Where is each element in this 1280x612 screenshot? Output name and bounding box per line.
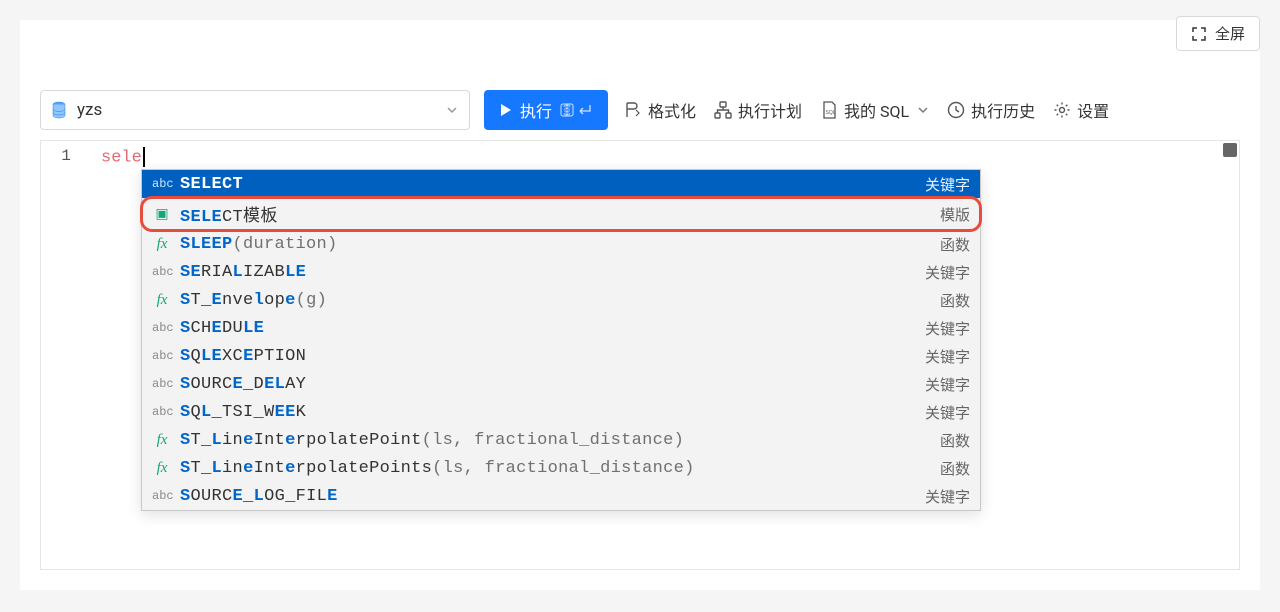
template-icon: ▣ (152, 206, 172, 223)
autocomplete-label: SOURCE_DELAY (180, 375, 917, 394)
autocomplete-label: SERIALIZABLE (180, 263, 917, 282)
format-button[interactable]: 格式化 (622, 94, 698, 126)
keyword-icon: abc (152, 489, 172, 503)
play-icon (500, 103, 512, 117)
database-select[interactable]: yzs (40, 90, 470, 130)
autocomplete-type: 模版 (940, 204, 970, 225)
autocomplete-item[interactable]: abc SOURCE_DELAY 关键字 (142, 370, 980, 398)
autocomplete-type: 关键字 (925, 262, 970, 283)
autocomplete-item[interactable]: abc SQL_TSI_WEEK 关键字 (142, 398, 980, 426)
autocomplete-type: 关键字 (925, 486, 970, 507)
autocomplete-type: 关键字 (925, 174, 970, 195)
database-name: yzs (77, 100, 102, 120)
svg-text:SQL: SQL (826, 110, 836, 116)
autocomplete-item[interactable]: abc SQLEXCEPTION 关键字 (142, 342, 980, 370)
autocomplete-label: SOURCE_LOG_FILE (180, 487, 917, 506)
editor-line[interactable]: sele (101, 147, 145, 167)
autocomplete-label: SQL_TSI_WEEK (180, 403, 917, 422)
autocomplete-type: 函数 (940, 430, 970, 451)
scrollbar-thumb[interactable] (1223, 143, 1237, 157)
autocomplete-label: ST_LineInterpolatePoints(ls, fractional_… (180, 459, 932, 478)
autocomplete-label: SQLEXCEPTION (180, 347, 917, 366)
keyword-icon: abc (152, 321, 172, 335)
keyword-icon: abc (152, 405, 172, 419)
clock-icon (947, 101, 965, 119)
function-icon: fx (152, 236, 172, 253)
keyword-icon: abc (152, 377, 172, 391)
autocomplete-label: SELECT (180, 175, 917, 194)
autocomplete-item[interactable]: fx ST_LineInterpolatePoints(ls, fractiona… (142, 454, 980, 482)
run-shortcut (560, 103, 592, 117)
fullscreen-button[interactable]: 全屏 (1176, 16, 1260, 51)
run-button[interactable]: 执行 (484, 90, 608, 130)
function-icon: fx (152, 292, 172, 309)
line-number: 1 (41, 147, 91, 165)
autocomplete-type: 函数 (940, 458, 970, 479)
chevron-down-icon (445, 103, 459, 117)
mysql-dropdown[interactable]: SQL 我的 SQL (818, 94, 931, 126)
fullscreen-label: 全屏 (1215, 23, 1245, 44)
sql-file-icon: SQL (820, 101, 838, 119)
function-icon: fx (152, 460, 172, 477)
chevron-down-icon (917, 104, 929, 116)
line-gutter: 1 (41, 141, 91, 569)
plan-icon (714, 101, 732, 119)
autocomplete-label: SELECT模板 (180, 201, 932, 227)
autocomplete-label: SCHEDULE (180, 319, 917, 338)
fullscreen-icon (1191, 26, 1207, 42)
autocomplete-item[interactable]: fx SLEEP(duration) 函数 (142, 230, 980, 258)
autocomplete-type: 关键字 (925, 318, 970, 339)
autocomplete-popup[interactable]: abc SELECT 关键字 ▣ SELECT模板模版 fx SLEEP(duration)… (141, 169, 981, 511)
settings-button[interactable]: 设置 (1051, 94, 1111, 126)
function-icon: fx (152, 432, 172, 449)
sql-toolbar: yzs 执行 格式化 (40, 90, 1240, 130)
typed-text: sele (101, 148, 142, 167)
history-button[interactable]: 执行历史 (945, 94, 1037, 126)
run-label: 执行 (520, 98, 552, 122)
autocomplete-item[interactable]: fx ST_Envelope(g) 函数 (142, 286, 980, 314)
autocomplete-type: 函数 (940, 234, 970, 255)
gear-icon (1053, 101, 1071, 119)
autocomplete-label: ST_LineInterpolatePoint(ls, fractional_d… (180, 431, 932, 450)
autocomplete-label: ST_Envelope(g) (180, 291, 932, 310)
keyword-icon: abc (152, 177, 172, 191)
autocomplete-item[interactable]: abc SERIALIZABLE 关键字 (142, 258, 980, 286)
autocomplete-type: 关键字 (925, 346, 970, 367)
autocomplete-item[interactable]: abc SELECT 关键字 (142, 170, 980, 198)
autocomplete-type: 关键字 (925, 402, 970, 423)
autocomplete-item[interactable]: abc SCHEDULE 关键字 (142, 314, 980, 342)
autocomplete-type: 函数 (940, 290, 970, 311)
autocomplete-item[interactable]: fx ST_LineInterpolatePoint(ls, fractional… (142, 426, 980, 454)
explain-button[interactable]: 执行计划 (712, 94, 804, 126)
autocomplete-item[interactable]: abc SOURCE_LOG_FILE 关键字 (142, 482, 980, 510)
autocomplete-item[interactable]: ▣ SELECT模板模版 (142, 198, 980, 230)
keyword-icon: abc (152, 265, 172, 279)
sql-editor[interactable]: 1 sele abc SELECT 关键字 ▣ SELECT模板模版 fx SLEEP(du… (40, 140, 1240, 570)
keyword-icon: abc (152, 349, 172, 363)
text-cursor (143, 147, 145, 167)
database-icon (51, 101, 67, 119)
format-icon (624, 101, 642, 119)
autocomplete-type: 关键字 (925, 374, 970, 395)
autocomplete-label: SLEEP(duration) (180, 235, 932, 254)
